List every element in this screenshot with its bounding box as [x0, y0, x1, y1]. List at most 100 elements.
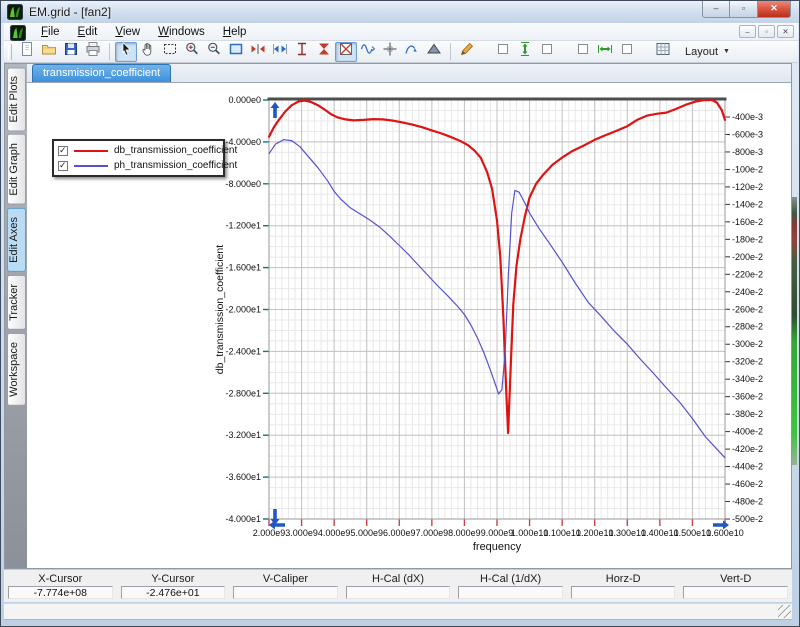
svg-text:-3.200e1: -3.200e1 — [225, 430, 261, 440]
svg-text:-2.400e1: -2.400e1 — [225, 346, 261, 356]
mdi-close-button[interactable]: ✕ — [777, 25, 794, 38]
menu-windows[interactable]: Windows — [149, 25, 214, 39]
bottom-status-strip — [4, 603, 792, 620]
checkbox-icon — [619, 41, 635, 57]
toolbar-grip[interactable] — [8, 44, 12, 60]
new-file-button[interactable] — [16, 42, 38, 62]
svg-text:-400e-3: -400e-3 — [732, 112, 763, 122]
menu-view[interactable]: View — [106, 25, 149, 39]
svg-text:-100e-2: -100e-2 — [732, 164, 763, 174]
menu-bar: File Edit View Windows Help – ▫ ✕ — [4, 23, 798, 41]
legend-checkbox[interactable] — [58, 146, 68, 156]
svg-text:-200e-2: -200e-2 — [732, 252, 763, 262]
cursor-icon — [118, 41, 134, 57]
tab-workspace[interactable]: Workspace — [7, 333, 26, 406]
sine-icon — [360, 41, 376, 57]
save-button[interactable] — [60, 42, 82, 62]
crosshair-icon — [382, 41, 398, 57]
svg-text:5.000e9: 5.000e9 — [350, 528, 383, 538]
autoscale-button[interactable] — [335, 42, 357, 62]
zoomin-icon — [184, 41, 200, 57]
svg-text:-280e-2: -280e-2 — [732, 322, 763, 332]
resize-grip[interactable] — [778, 605, 791, 618]
gap-1[interactable] — [558, 42, 572, 62]
status-vert-d: Vert-D — [679, 570, 792, 602]
mdi-restore-button[interactable]: ▫ — [758, 25, 775, 38]
svg-text:-500e-2: -500e-2 — [732, 514, 763, 524]
application-window: EM.grid - [fan2] – ▫ ✕ File Edit View Wi… — [0, 0, 800, 627]
layout-grid-button[interactable] — [652, 42, 674, 62]
svg-text:-300e-2: -300e-2 — [732, 339, 763, 349]
menu-help[interactable]: Help — [214, 25, 256, 39]
h-link-arrows[interactable] — [594, 42, 616, 62]
crosshair-tool-button[interactable] — [379, 42, 401, 62]
svg-text:-160e-2: -160e-2 — [732, 217, 763, 227]
legend-item-ph-transmission-coefficient: ph_transmission_coefficient — [58, 158, 219, 173]
plot-canvas[interactable]: 0.000e0-4.000e0-8.000e0-1.200e1-1.600e1-… — [27, 83, 791, 568]
peak-marker-button[interactable] — [423, 42, 445, 62]
legend-label: db_transmission_coefficient — [114, 145, 237, 156]
menu-file[interactable]: File — [32, 25, 69, 39]
print-button[interactable] — [82, 42, 104, 62]
svg-text:6.000e9: 6.000e9 — [383, 528, 416, 538]
zoom-window-button[interactable] — [225, 42, 247, 62]
h-expand-button[interactable] — [269, 42, 291, 62]
svg-text:-380e-2: -380e-2 — [732, 409, 763, 419]
separator-2[interactable] — [450, 43, 451, 60]
tab-edit-plots[interactable]: Edit Plots — [7, 67, 26, 131]
minimize-button[interactable]: – — [702, 1, 730, 18]
separator-1[interactable] — [109, 43, 110, 60]
pan-hand-button[interactable] — [137, 42, 159, 62]
separator-3[interactable] — [478, 42, 492, 62]
caret-down-icon: ▼ — [723, 48, 730, 55]
close-button[interactable]: ✕ — [757, 1, 791, 18]
svg-text:-460e-2: -460e-2 — [732, 479, 763, 489]
legend-label: ph_transmission_coefficient — [114, 160, 237, 171]
toolbar-items — [16, 41, 674, 62]
v-link-left-checkbox[interactable] — [492, 42, 514, 62]
layout-dropdown-button[interactable]: Layout ▼ — [678, 43, 737, 61]
open-file-button[interactable] — [38, 42, 60, 62]
hcollapse-icon — [250, 41, 266, 57]
status-field-value: -7.774e+08 — [8, 586, 113, 599]
zoom-out-button[interactable] — [203, 42, 225, 62]
checkbox-icon — [495, 41, 511, 57]
v-link-arrows[interactable] — [514, 42, 536, 62]
svg-text:9.000e9: 9.000e9 — [481, 528, 514, 538]
v-collapse-button[interactable] — [313, 42, 335, 62]
legend-checkbox[interactable] — [58, 161, 68, 171]
h-collapse-button[interactable] — [247, 42, 269, 62]
tab-edit-graph[interactable]: Edit Graph — [7, 134, 26, 205]
y-axis-title: db_transmission_coefficient — [214, 245, 226, 374]
tab-transmission-coefficient[interactable]: transmission_coefficient — [32, 64, 171, 82]
plot-legend[interactable]: db_transmission_coefficient ph_transmiss… — [52, 139, 225, 177]
svg-text:-4.000e1: -4.000e1 — [225, 514, 261, 524]
menu-edit[interactable]: Edit — [69, 25, 107, 39]
svg-text:-600e-3: -600e-3 — [732, 129, 763, 139]
curvearrow-icon — [404, 41, 420, 57]
mdi-minimize-button[interactable]: – — [739, 25, 756, 38]
h-link-right-checkbox[interactable] — [616, 42, 638, 62]
h-link-left-checkbox[interactable] — [572, 42, 594, 62]
v-fit-button[interactable] — [291, 42, 313, 62]
sine-trace-button[interactable] — [357, 42, 379, 62]
ibeam-icon — [294, 41, 310, 57]
maximize-button[interactable]: ▫ — [730, 1, 757, 18]
axis-ticks-and-labels: 0.000e0-4.000e0-8.000e0-1.200e1-1.600e1-… — [225, 95, 763, 538]
annotate-pencil-button[interactable] — [456, 42, 478, 62]
svg-text:-220e-2: -220e-2 — [732, 269, 763, 279]
hourglass-icon — [316, 41, 332, 57]
title-bar[interactable]: EM.grid - [fan2] – ▫ ✕ — [1, 1, 799, 23]
curve-marker-button[interactable] — [401, 42, 423, 62]
select-cursor-button[interactable] — [115, 42, 137, 62]
svg-text:4.000e9: 4.000e9 — [318, 528, 351, 538]
zoom-in-button[interactable] — [181, 42, 203, 62]
client-area: Edit Plots Edit Graph Edit Axes Tracker … — [4, 63, 792, 569]
tab-tracker[interactable]: Tracker — [7, 275, 26, 330]
separator-4[interactable] — [638, 42, 652, 62]
status-field-value — [458, 586, 563, 599]
tab-edit-axes[interactable]: Edit Axes — [7, 208, 26, 272]
select-region-button[interactable] — [159, 42, 181, 62]
svg-text:-320e-2: -320e-2 — [732, 357, 763, 367]
v-link-right-checkbox[interactable] — [536, 42, 558, 62]
